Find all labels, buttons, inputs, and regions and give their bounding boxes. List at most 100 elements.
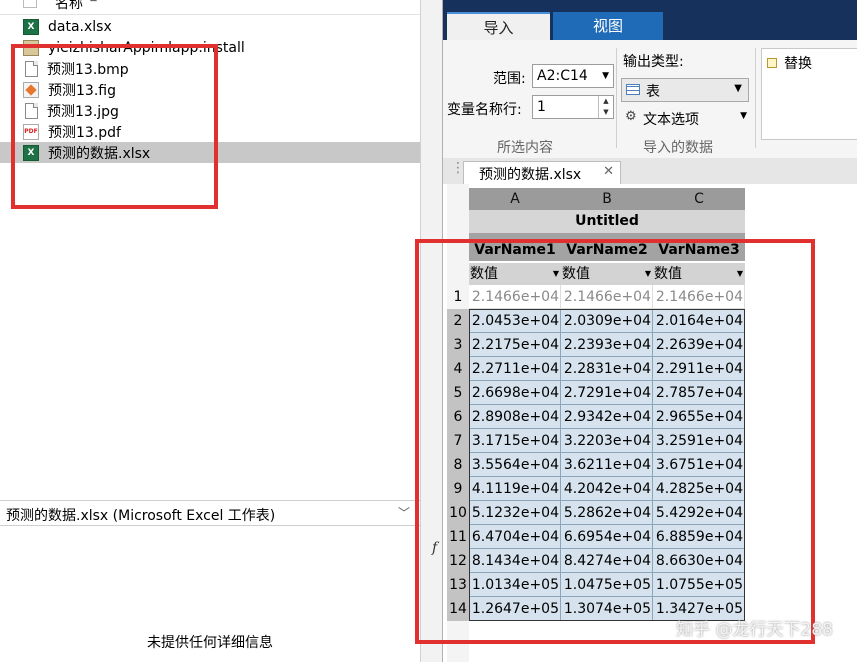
row-header[interactable]: 8 — [447, 453, 469, 477]
table-cell[interactable]: 3.6211e+04 — [561, 453, 653, 477]
name-column-header[interactable]: 名称 — [55, 0, 83, 13]
row-header[interactable]: 5 — [447, 381, 469, 405]
table-cell[interactable]: 2.2911e+04 — [653, 357, 745, 381]
row-header[interactable]: 1 — [447, 285, 469, 309]
varname-row-spinner[interactable]: 1 ▲ ▼ — [532, 95, 614, 119]
select-all-checkbox[interactable] — [23, 0, 37, 8]
row-header[interactable]: 10 — [447, 501, 469, 525]
document-tab[interactable]: 预测的数据.xlsx ✕ — [463, 161, 621, 184]
table-cell[interactable]: 2.2831e+04 — [561, 357, 653, 381]
file-list-item[interactable]: yieizhisharAppimlapp.install — [0, 37, 420, 58]
replace-option-list[interactable]: 替换 — [761, 48, 857, 140]
tab-import[interactable]: 导入 — [447, 12, 550, 40]
chevron-down-icon[interactable]: ▼ — [740, 111, 747, 121]
column-header-c[interactable]: C — [653, 188, 745, 210]
variable-type-dropdown[interactable]: 数值 ▼ — [653, 263, 745, 285]
file-list-item[interactable]: 预测13.fig — [0, 79, 420, 100]
table-cell[interactable]: 1.2647e+05 — [469, 597, 561, 621]
table-cell[interactable]: 2.2711e+04 — [469, 357, 561, 381]
table-cell[interactable]: 8.4274e+04 — [561, 549, 653, 573]
variable-type-dropdown[interactable]: 数值 ▼ — [561, 263, 653, 285]
details-bar[interactable]: 预测的数据.xlsx (Microsoft Excel 工作表) ﹀ — [0, 500, 420, 526]
range-combo[interactable]: A2:C14 ▼ — [532, 64, 614, 88]
file-list-item[interactable]: 预测13.jpg — [0, 100, 420, 121]
row-header[interactable]: 2 — [447, 309, 469, 333]
table-cell[interactable]: 3.5564e+04 — [469, 453, 561, 477]
file-list-item[interactable]: 预测13.bmp — [0, 58, 420, 79]
no-details-text: 未提供任何详细信息 — [147, 635, 273, 651]
chevron-down-icon[interactable]: ﹀ — [398, 504, 410, 521]
file-list-item[interactable]: X 预测的数据.xlsx — [0, 142, 420, 163]
file-list-item[interactable]: PDF 预测13.pdf — [0, 121, 420, 142]
file-list-header[interactable]: 名称 ▲ — [0, 0, 420, 15]
table-cell[interactable]: 2.1466e+04 — [561, 285, 653, 309]
table-cell[interactable]: 4.1119e+04 — [469, 477, 561, 501]
column-header-b[interactable]: B — [561, 188, 653, 210]
table-cell[interactable]: 2.7857e+04 — [653, 381, 745, 405]
spinner-arrows-icon[interactable]: ▲ ▼ — [598, 96, 613, 118]
chevron-down-icon[interactable]: ▼ — [645, 263, 651, 285]
output-type-combo[interactable]: 表 ▼ — [621, 78, 749, 102]
replace-label[interactable]: 替换 — [784, 53, 812, 73]
pane-splitter[interactable]: f — [420, 0, 443, 662]
table-cell[interactable]: 1.0475e+05 — [561, 573, 653, 597]
row-header[interactable]: 12 — [447, 549, 469, 573]
table-cell[interactable]: 2.0164e+04 — [653, 309, 745, 333]
row-header[interactable]: 7 — [447, 429, 469, 453]
chevron-down-icon[interactable]: ▼ — [553, 263, 559, 285]
chevron-down-icon[interactable]: ▼ — [602, 65, 609, 87]
table-cell[interactable]: 8.6630e+04 — [653, 549, 745, 573]
table-cell[interactable]: 5.2862e+04 — [561, 501, 653, 525]
table-cell[interactable]: 2.9342e+04 — [561, 405, 653, 429]
variable-name-header[interactable]: VarName3 — [653, 239, 745, 261]
row-header[interactable]: 9 — [447, 477, 469, 501]
table-cell[interactable]: 1.3074e+05 — [561, 597, 653, 621]
table-cell[interactable]: 1.0755e+05 — [653, 573, 745, 597]
import-preview-grid[interactable]: ABC Untitled VarName1 VarName2 VarName3 数值… — [443, 184, 857, 662]
table-cell[interactable]: 2.0453e+04 — [469, 309, 561, 333]
document-tab-bar: ⋮ 预测的数据.xlsx ✕ — [443, 158, 857, 185]
table-cell[interactable]: 8.1434e+04 — [469, 549, 561, 573]
table-cell[interactable]: 2.2175e+04 — [469, 333, 561, 357]
table-cell[interactable]: 6.6954e+04 — [561, 525, 653, 549]
row-header[interactable]: 13 — [447, 573, 469, 597]
table-cell[interactable]: 5.4292e+04 — [653, 501, 745, 525]
tab-view[interactable]: 视图 — [553, 12, 663, 40]
table-cell[interactable]: 6.8859e+04 — [653, 525, 745, 549]
table-cell[interactable]: 3.1715e+04 — [469, 429, 561, 453]
table-cell[interactable]: 2.2639e+04 — [653, 333, 745, 357]
column-header-a[interactable]: A — [469, 188, 561, 210]
table-cell[interactable]: 6.4704e+04 — [469, 525, 561, 549]
variable-name-header[interactable]: VarName2 — [561, 239, 653, 261]
table-cell[interactable]: 1.0134e+05 — [469, 573, 561, 597]
table-cell[interactable]: 3.2591e+04 — [653, 429, 745, 453]
table-cell[interactable]: 2.2393e+04 — [561, 333, 653, 357]
file-list-item[interactable]: Xdata.xlsx — [0, 16, 420, 37]
table-title[interactable]: Untitled — [469, 210, 745, 233]
chevron-down-icon[interactable]: ▼ — [737, 263, 743, 285]
table-cell[interactable]: 3.2203e+04 — [561, 429, 653, 453]
chevron-down-icon[interactable]: ▼ — [734, 83, 742, 94]
row-header[interactable]: 11 — [447, 525, 469, 549]
table-cell[interactable]: 5.1232e+04 — [469, 501, 561, 525]
row-header[interactable]: 4 — [447, 357, 469, 381]
text-options-button[interactable]: ⚙ 文本选项 ▼ — [623, 108, 751, 130]
pdf-file-icon: PDF — [23, 123, 39, 140]
variable-type-dropdown[interactable]: 数值 ▼ — [469, 263, 561, 285]
row-header[interactable]: 6 — [447, 405, 469, 429]
table-cell[interactable]: 2.8908e+04 — [469, 405, 561, 429]
table-cell[interactable]: 2.6698e+04 — [469, 381, 561, 405]
row-header[interactable]: 14 — [447, 597, 469, 621]
table-cell[interactable]: 2.1466e+04 — [653, 285, 745, 309]
table-cell[interactable]: 3.6751e+04 — [653, 453, 745, 477]
table-cell[interactable]: 2.1466e+04 — [469, 285, 561, 309]
function-fx-icon: f — [432, 540, 438, 556]
close-icon[interactable]: ✕ — [603, 164, 614, 179]
row-header[interactable]: 3 — [447, 333, 469, 357]
variable-name-header[interactable]: VarName1 — [469, 239, 561, 261]
table-cell[interactable]: 4.2825e+04 — [653, 477, 745, 501]
table-cell[interactable]: 2.0309e+04 — [561, 309, 653, 333]
table-cell[interactable]: 2.7291e+04 — [561, 381, 653, 405]
table-cell[interactable]: 2.9655e+04 — [653, 405, 745, 429]
table-cell[interactable]: 4.2042e+04 — [561, 477, 653, 501]
